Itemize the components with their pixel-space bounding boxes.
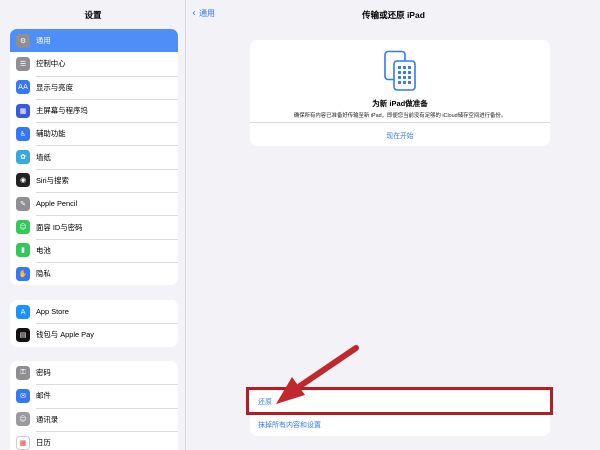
sidebar-item-main-5[interactable]: ✿ 墙纸 bbox=[10, 145, 178, 168]
settings-sidebar: 设置 ⚙ 通用 ☰ 控制中心 AA 显示与亮度 ▦ 主屏幕与程序坞 ♿ 辅助功能 ✿ 墙纸 ◉ Siri与… bbox=[0, 0, 186, 450]
sidebar-item-apps-1[interactable]: ✉ 邮件 bbox=[10, 384, 178, 407]
pencil-icon: ✎ bbox=[16, 196, 30, 211]
sidebar-item-store-0[interactable]: A App Store bbox=[10, 300, 178, 323]
sidebar-item-main-6[interactable]: ◉ Siri与搜索 bbox=[10, 168, 178, 192]
accessibility-icon: ♿ bbox=[16, 126, 30, 141]
sidebar-item-label: 电池 bbox=[36, 245, 51, 255]
battery-icon: ▮ bbox=[16, 243, 30, 258]
card-divider bbox=[250, 122, 550, 123]
sidebar-item-label: App Store bbox=[36, 307, 69, 317]
sidebar-item-main-1[interactable]: ☰ 控制中心 bbox=[10, 52, 178, 75]
sidebar-item-apps-3[interactable]: ▦ 日历 bbox=[10, 430, 178, 450]
sidebar-item-main-3[interactable]: ▦ 主屏幕与程序坞 bbox=[10, 98, 178, 122]
sidebar-item-apps-2[interactable]: ☺ 通讯录 bbox=[10, 407, 178, 431]
siri-icon: ◉ bbox=[16, 173, 30, 188]
mail-icon: ✉ bbox=[16, 388, 30, 403]
sidebar-item-label: 主屏幕与程序坞 bbox=[36, 106, 88, 116]
page-title: 传输或还原 iPad bbox=[362, 10, 425, 20]
main-panel: ‹ 通用 传输或还原 iPad 为新 iPad做准备 确保所有内容已准备好传输至… bbox=[187, 0, 600, 450]
sidebar-item-label: Apple Pencil bbox=[36, 199, 78, 209]
calendar-icon: ▦ bbox=[16, 435, 30, 450]
sidebar-group-store: A App Store ▤ 钱包与 Apple Pay bbox=[10, 300, 178, 347]
sidebar-item-label: 面容 ID与密码 bbox=[36, 222, 83, 232]
sidebar-group-main: ⚙ 通用 ☰ 控制中心 AA 显示与亮度 ▦ 主屏幕与程序坞 ♿ 辅助功能 ✿ 墙纸 ◉ Siri与搜索 ✎… bbox=[10, 29, 178, 286]
sidebar-item-label: 通用 bbox=[36, 36, 51, 46]
privacy-hand-icon: ✋ bbox=[16, 266, 30, 281]
sidebar-item-main-4[interactable]: ♿ 辅助功能 bbox=[10, 122, 178, 145]
home-screen-icon: ▦ bbox=[16, 103, 30, 118]
sidebar-group-apps: ⚿ 密码 ✉ 邮件 ☺ 通讯录 ▦ 日历 bbox=[10, 361, 178, 450]
sidebar-item-main-8[interactable]: ☺ 面容 ID与密码 bbox=[10, 215, 178, 238]
face-id-icon: ☺ bbox=[16, 220, 30, 235]
sidebar-item-label: 日历 bbox=[36, 438, 51, 448]
sidebar-item-main-10[interactable]: ✋ 隐私 bbox=[10, 261, 178, 285]
sidebar-item-apps-0[interactable]: ⚿ 密码 bbox=[10, 361, 178, 384]
key-icon: ⚿ bbox=[16, 365, 30, 380]
erase-all-button[interactable]: 抹掉所有内容和设置 bbox=[250, 413, 550, 437]
display-brightness-icon: AA bbox=[16, 80, 30, 95]
control-center-icon: ☰ bbox=[16, 56, 30, 71]
sidebar-item-label: 控制中心 bbox=[36, 59, 66, 69]
get-started-button[interactable]: 现在开始 bbox=[250, 130, 550, 140]
sidebar-item-main-9[interactable]: ▮ 电池 bbox=[10, 238, 178, 262]
sidebar-item-label: 钱包与 Apple Pay bbox=[36, 330, 94, 340]
reset-actions-card: 还原 抹掉所有内容和设置 bbox=[250, 391, 550, 436]
gear-icon: ⚙ bbox=[16, 33, 30, 48]
sidebar-item-label: 辅助功能 bbox=[36, 129, 66, 139]
prepare-card: 为新 iPad做准备 确保所有内容已准备好传输至新 iPad，即便您当前没有足够… bbox=[250, 40, 550, 146]
card-description: 确保所有内容已准备好传输至新 iPad，即便您当前没有足够的 iCloud储存空… bbox=[293, 113, 507, 119]
wallet-icon: ▤ bbox=[16, 327, 30, 342]
sidebar-item-label: 隐私 bbox=[36, 269, 51, 279]
sidebar-item-label: 显示与亮度 bbox=[36, 82, 73, 92]
wallpaper-icon: ✿ bbox=[16, 150, 30, 165]
sidebar-item-label: 通讯录 bbox=[36, 414, 59, 424]
sidebar-item-store-1[interactable]: ▤ 钱包与 Apple Pay bbox=[10, 323, 178, 346]
app-store-icon: A bbox=[16, 304, 30, 319]
reset-button[interactable]: 还原 bbox=[250, 391, 550, 414]
sidebar-item-main-0[interactable]: ⚙ 通用 bbox=[10, 29, 178, 53]
sidebar-item-label: 墙纸 bbox=[36, 152, 51, 162]
ipad-transfer-icon bbox=[384, 50, 416, 91]
card-heading: 为新 iPad做准备 bbox=[372, 99, 428, 108]
sidebar-item-main-2[interactable]: AA 显示与亮度 bbox=[10, 75, 178, 99]
contacts-icon: ☺ bbox=[16, 412, 30, 427]
sidebar-item-label: Siri与搜索 bbox=[36, 175, 69, 185]
sidebar-title: 设置 bbox=[84, 10, 102, 20]
sidebar-item-main-7[interactable]: ✎ Apple Pencil bbox=[10, 192, 178, 215]
sidebar-item-label: 邮件 bbox=[36, 391, 51, 401]
sidebar-item-label: 密码 bbox=[36, 368, 51, 378]
